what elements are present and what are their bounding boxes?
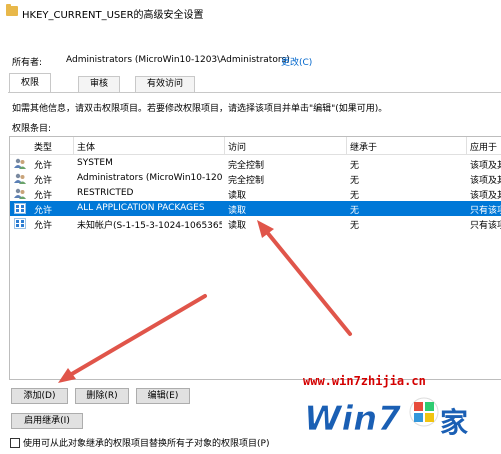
annotation-arrows (58, 220, 352, 383)
watermark-url: www.win7zhijia.cn (303, 374, 426, 388)
watermark-logo-suffix: 家 (440, 406, 468, 439)
arrow-to-selected-row (257, 220, 352, 336)
watermark-logo: Win7 家 (304, 397, 468, 439)
arrow-to-add-button (58, 294, 207, 383)
watermark-logo-text: Win7 (304, 399, 401, 439)
windows-logo-icon (409, 397, 439, 427)
